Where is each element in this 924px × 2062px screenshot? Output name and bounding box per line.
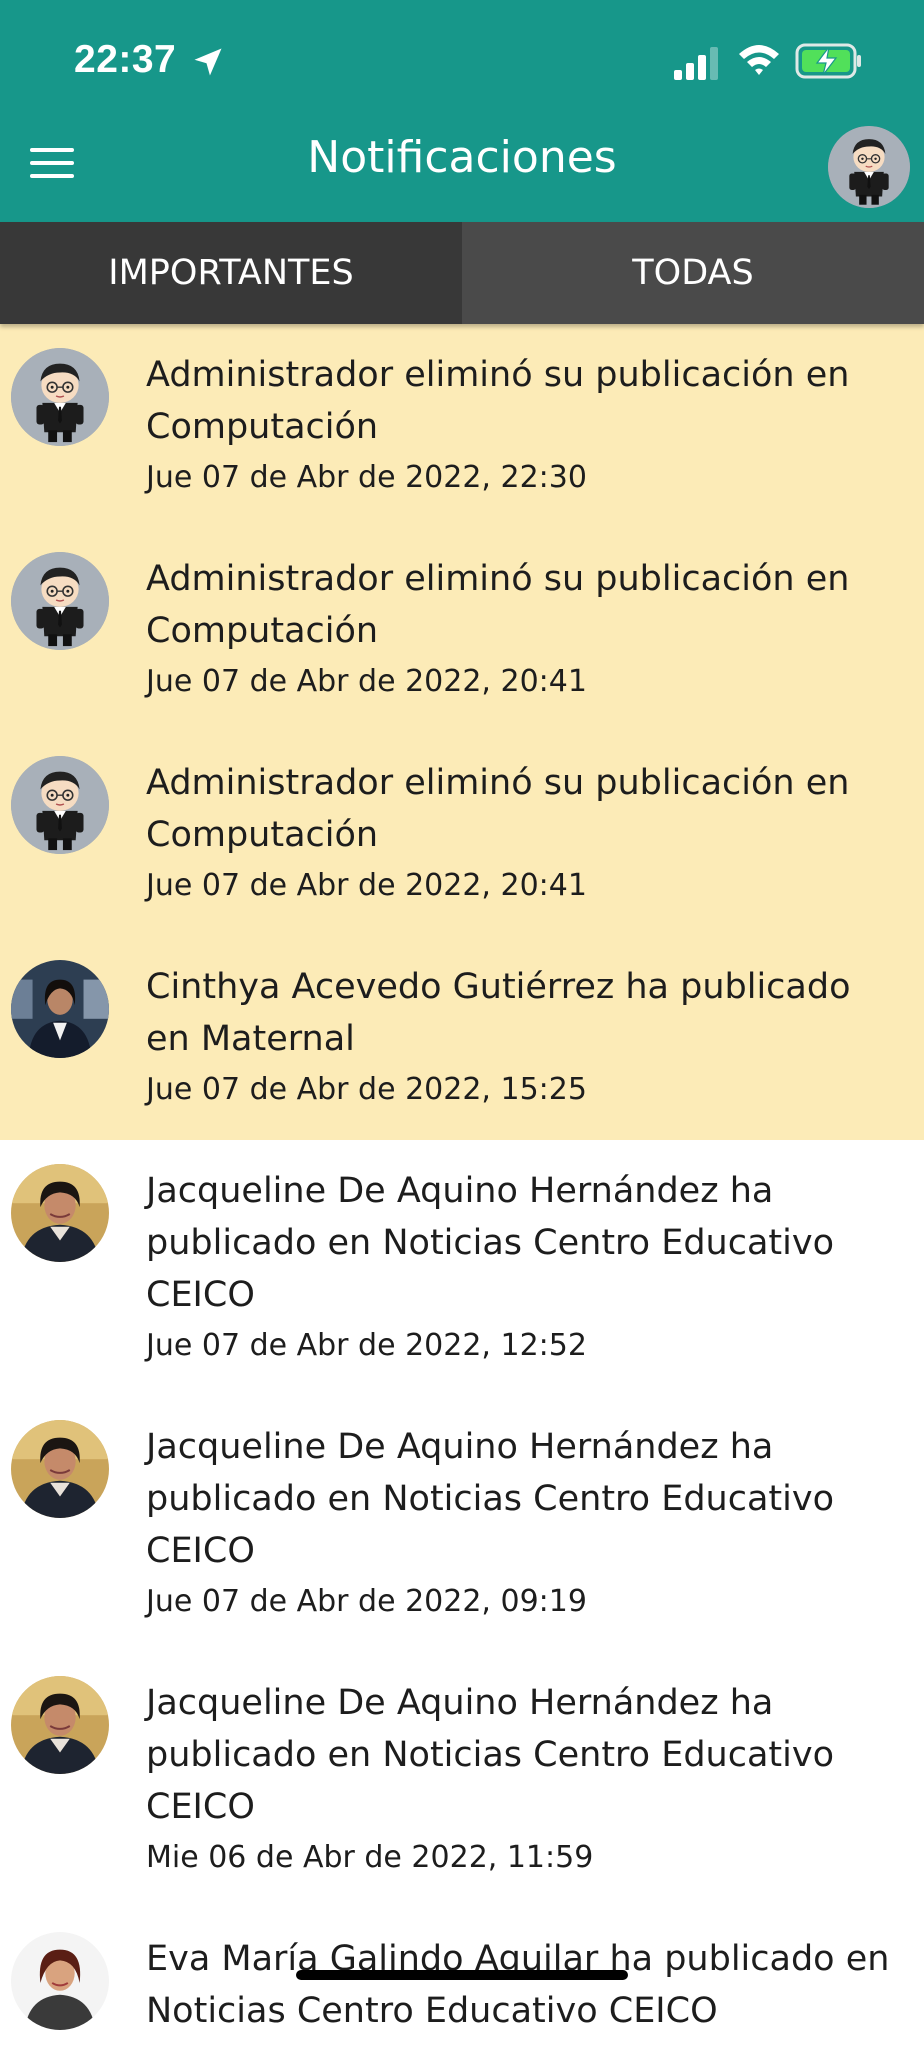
avatar bbox=[11, 348, 109, 446]
notification-time: Jue 07 de Abr de 2022, 15:25 bbox=[146, 1072, 587, 1107]
notification-text: Jacqueline De Aquino Hernández ha public… bbox=[146, 1171, 834, 1315]
notification-time: Jue 07 de Abr de 2022, 22:30 bbox=[146, 460, 587, 495]
tab-importantes[interactable]: IMPORTANTES bbox=[0, 222, 462, 324]
location-arrow-icon bbox=[194, 48, 222, 76]
app-header: 22:37 Notificaciones bbox=[0, 0, 924, 222]
notification-time: Jue 07 de Abr de 2022, 20:41 bbox=[146, 868, 587, 903]
avatar bbox=[11, 756, 109, 854]
notification-text: Administrador eliminó su publicación en … bbox=[146, 559, 850, 651]
home-indicator[interactable] bbox=[296, 1970, 628, 1980]
avatar bbox=[11, 552, 109, 650]
notification-text: Jacqueline De Aquino Hernández ha public… bbox=[146, 1427, 834, 1571]
notification-time: Jue 07 de Abr de 2022, 09:19 bbox=[146, 1584, 587, 1619]
avatar bbox=[11, 1932, 109, 2030]
notification-text: Cinthya Acevedo Gutiérrez ha publicado e… bbox=[146, 967, 851, 1059]
avatar bbox=[11, 960, 109, 1058]
notification-item[interactable]: Jacqueline De Aquino Hernández ha public… bbox=[0, 1140, 924, 1396]
tab-todas[interactable]: TODAS bbox=[462, 222, 924, 324]
cellular-signal-icon bbox=[674, 47, 718, 80]
notification-item[interactable]: Administrador eliminó su publicación en … bbox=[0, 732, 924, 936]
notification-list: Administrador eliminó su publicación en … bbox=[0, 324, 924, 2062]
notification-time: Mie 06 de Abr de 2022, 11:59 bbox=[146, 1840, 594, 1875]
notification-text: Administrador eliminó su publicación en … bbox=[146, 355, 850, 447]
profile-avatar[interactable] bbox=[828, 126, 910, 208]
notification-time: Jue 07 de Abr de 2022, 20:41 bbox=[146, 664, 587, 699]
status-time: 22:37 bbox=[74, 38, 177, 81]
avatar bbox=[11, 1164, 109, 1262]
notification-text: Administrador eliminó su publicación en … bbox=[146, 763, 850, 855]
notification-item[interactable]: Administrador eliminó su publicación en … bbox=[0, 528, 924, 732]
notification-time: Jue 07 de Abr de 2022, 12:52 bbox=[146, 1328, 587, 1363]
notification-item[interactable]: Administrador eliminó su publicación en … bbox=[0, 324, 924, 528]
notification-text: Jacqueline De Aquino Hernández ha public… bbox=[146, 1683, 834, 1827]
notification-item[interactable]: Jacqueline De Aquino Hernández ha public… bbox=[0, 1396, 924, 1652]
notification-text: Eva María Galindo Aguilar ha publicado e… bbox=[146, 1939, 890, 2031]
battery-charging-icon bbox=[795, 43, 861, 79]
tab-bar: IMPORTANTES TODAS bbox=[0, 222, 924, 324]
notification-item[interactable]: Cinthya Acevedo Gutiérrez ha publicado e… bbox=[0, 936, 924, 1140]
wifi-icon bbox=[739, 45, 779, 75]
notification-item[interactable]: Jacqueline De Aquino Hernández ha public… bbox=[0, 1652, 924, 1908]
notification-item[interactable]: Eva María Galindo Aguilar ha publicado e… bbox=[0, 1908, 924, 2062]
avatar bbox=[11, 1676, 109, 1774]
page-title: Notificaciones bbox=[307, 132, 617, 183]
avatar bbox=[11, 1420, 109, 1518]
